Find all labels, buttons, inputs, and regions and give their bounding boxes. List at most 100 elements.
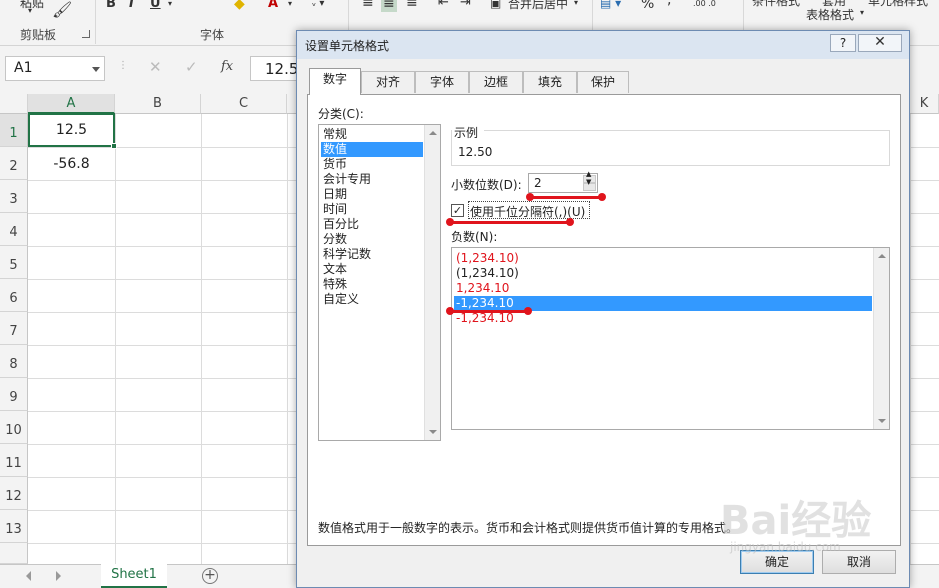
row-header-6[interactable]: 6 — [0, 279, 28, 312]
category-item[interactable]: 文本 — [321, 262, 423, 277]
italic-button[interactable]: I — [129, 0, 134, 11]
category-item[interactable]: 货币 — [321, 157, 423, 172]
category-scrollbar[interactable] — [424, 125, 440, 440]
row-header-9[interactable]: 9 — [0, 378, 28, 411]
tab-number[interactable]: 数字 — [309, 68, 361, 95]
row-header-7[interactable]: 7 — [0, 312, 28, 345]
column-header-a[interactable]: A — [28, 94, 115, 114]
indent-decrease-icon[interactable]: ⇤ — [438, 0, 449, 10]
negative-format-item-selected[interactable]: -1,234.10 — [454, 296, 872, 311]
confirm-entry-icon[interactable]: ✓ — [185, 58, 198, 76]
annotation-dot — [446, 307, 454, 315]
fill-color-icon[interactable]: ◆ — [234, 0, 245, 12]
row-header-14[interactable] — [0, 543, 28, 564]
align-right-icon[interactable]: ≡ — [406, 0, 418, 11]
row-header-2[interactable]: 2 — [0, 147, 28, 180]
negative-format-item[interactable]: (1,234.10) — [454, 251, 872, 266]
scroll-up-icon[interactable] — [878, 254, 886, 258]
prev-sheet-icon[interactable] — [26, 571, 31, 581]
column-header-k[interactable]: K — [910, 94, 939, 114]
close-button[interactable]: ✕ — [858, 34, 902, 52]
add-sheet-button[interactable]: + — [202, 568, 218, 584]
row-header-3[interactable]: 3 — [0, 180, 28, 213]
name-box-dropdown-icon[interactable] — [92, 67, 100, 72]
insert-function-icon[interactable]: fx — [221, 59, 233, 74]
row-header-4[interactable]: 4 — [0, 213, 28, 246]
category-item[interactable]: 会计专用 — [321, 172, 423, 187]
table-format-button[interactable]: 表格格式 — [806, 6, 854, 23]
negative-scrollbar[interactable] — [873, 248, 889, 429]
category-item[interactable]: 时间 — [321, 202, 423, 217]
category-item[interactable]: 科学记数 — [321, 247, 423, 262]
decimal-places-input[interactable]: 2 ▲ ▼ — [528, 170, 598, 193]
underline-dropdown-icon[interactable]: ▾ — [168, 0, 172, 8]
tab-alignment[interactable]: 对齐 — [361, 71, 415, 93]
category-item[interactable]: 常规 — [321, 127, 423, 142]
name-box-value: A1 — [14, 60, 33, 76]
row-header-1[interactable]: 1 — [0, 114, 28, 147]
font-color-button[interactable]: A — [268, 0, 278, 11]
phonetic-icon[interactable]: ᵥ ▾ — [312, 0, 324, 9]
category-item[interactable]: 分数 — [321, 232, 423, 247]
scroll-down-icon[interactable] — [429, 430, 437, 434]
cell-a2[interactable]: -56.8 — [28, 156, 115, 172]
category-item[interactable]: 特殊 — [321, 277, 423, 292]
dialog-title-bar[interactable]: 设置单元格格式 ? ✕ — [297, 31, 909, 59]
negative-numbers-list[interactable]: (1,234.10) (1,234.10) 1,234.10 -1,234.10… — [451, 247, 890, 430]
negative-format-item[interactable]: (1,234.10) — [454, 266, 872, 281]
row-header-11[interactable]: 11 — [0, 444, 28, 477]
row-header-13[interactable]: 13 — [0, 510, 28, 543]
column-header-b[interactable]: B — [115, 94, 201, 114]
negative-format-item[interactable]: -1,234.10 — [454, 311, 872, 326]
select-all-corner[interactable] — [0, 94, 28, 114]
paste-dropdown-icon[interactable]: ▾ — [28, 6, 32, 15]
spin-down-icon[interactable]: ▼ — [583, 178, 596, 191]
baidu-watermark-logo: Bai经验 — [720, 498, 872, 544]
tab-fill[interactable]: 填充 — [523, 71, 577, 93]
cell-styles-button[interactable]: 单元格样式 — [868, 0, 928, 9]
row-header-5[interactable]: 5 — [0, 246, 28, 279]
row-header-10[interactable]: 10 — [0, 411, 28, 444]
font-color-dropdown-icon[interactable]: ▾ — [288, 0, 292, 8]
sheet-tab-sheet1[interactable]: Sheet1 — [101, 564, 167, 588]
conditional-format-button[interactable]: 条件格式 — [752, 0, 800, 9]
format-painter-icon[interactable]: 🖌 — [52, 0, 72, 19]
category-item[interactable]: 日期 — [321, 187, 423, 202]
tab-border[interactable]: 边框 — [469, 71, 523, 93]
align-center-icon[interactable]: ≡ — [381, 0, 397, 12]
indent-increase-icon[interactable]: ⇥ — [460, 0, 471, 10]
comma-button[interactable]: , — [667, 0, 671, 8]
row-header-8[interactable]: 8 — [0, 345, 28, 378]
scroll-down-icon[interactable] — [878, 419, 886, 423]
merge-center-button[interactable]: 合并后居中 — [508, 0, 568, 12]
scroll-up-icon[interactable] — [429, 131, 437, 135]
table-format-dropdown-icon[interactable]: ▾ — [860, 8, 864, 17]
tab-protection[interactable]: 保护 — [577, 71, 629, 93]
underline-button[interactable]: U — [150, 0, 161, 11]
category-item[interactable]: 自定义 — [321, 292, 423, 307]
cancel-entry-icon[interactable]: ✕ — [149, 58, 162, 76]
increase-decimal-icon[interactable]: .00 .0 — [693, 0, 716, 8]
clipboard-launcher-icon[interactable] — [82, 30, 90, 38]
next-sheet-icon[interactable] — [56, 571, 61, 581]
decimal-spinner[interactable]: ▲ ▼ — [583, 170, 596, 191]
merge-dropdown-icon[interactable]: ▾ — [574, 0, 578, 7]
percent-button[interactable]: % — [641, 0, 654, 12]
column-header-c[interactable]: C — [201, 94, 287, 114]
merge-center-icon[interactable]: ▣ — [490, 0, 501, 10]
row-header-12[interactable]: 12 — [0, 477, 28, 510]
category-item-selected[interactable]: 数值 — [321, 142, 423, 157]
align-left-icon[interactable]: ≡ — [362, 0, 374, 11]
grid-line — [287, 114, 288, 564]
annotation-dot — [598, 193, 606, 201]
tab-font[interactable]: 字体 — [415, 71, 469, 93]
thousands-separator-checkbox[interactable]: ✓ — [451, 204, 464, 217]
category-item[interactable]: 百分比 — [321, 217, 423, 232]
category-list[interactable]: 常规 数值 货币 会计专用 日期 时间 百分比 分数 科学记数 文本 特殊 自定… — [318, 124, 441, 441]
fill-handle[interactable] — [111, 143, 117, 149]
negative-format-item[interactable]: 1,234.10 — [454, 281, 872, 296]
bold-button[interactable]: B — [106, 0, 116, 11]
currency-format-icon[interactable]: ▤ ▾ — [600, 0, 621, 10]
help-button[interactable]: ? — [830, 34, 856, 52]
name-box[interactable]: A1 — [5, 56, 105, 81]
